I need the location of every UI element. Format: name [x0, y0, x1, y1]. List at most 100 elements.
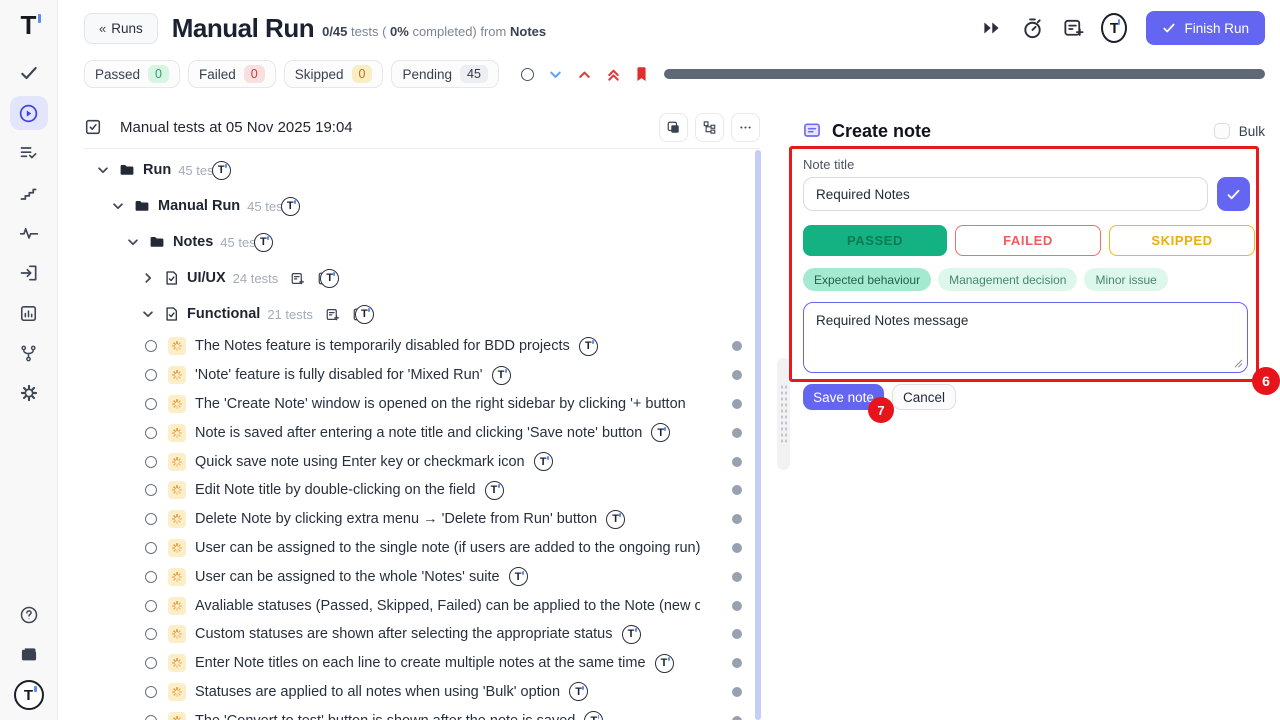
test-status-circle[interactable]: [145, 715, 157, 720]
sidebar-item-runs[interactable]: [10, 96, 48, 130]
test-row[interactable]: User can be assigned to the single note …: [84, 534, 760, 563]
assignee-dot[interactable]: [732, 514, 742, 524]
test-row[interactable]: Avaliable statuses (Passed, Skipped, Fai…: [84, 591, 760, 620]
copy-view-button[interactable]: [659, 113, 688, 142]
suite-row[interactable]: Run 45 tests: [84, 152, 760, 188]
bulk-checkbox[interactable]: [1214, 123, 1230, 139]
reporter-logo-icon[interactable]: [254, 233, 273, 252]
timer-button[interactable]: [1019, 15, 1045, 41]
collapse-up-button[interactable]: [577, 67, 592, 82]
assignee-dot[interactable]: [732, 601, 742, 611]
test-status-circle[interactable]: [145, 686, 157, 698]
expand-down-button[interactable]: [548, 67, 563, 82]
assignee-dot[interactable]: [732, 572, 742, 582]
sidebar-item-activity[interactable]: [10, 216, 48, 250]
collapse-all-button[interactable]: [606, 66, 621, 83]
more-options-button[interactable]: [731, 113, 760, 142]
sidebar-item-branches[interactable]: [10, 336, 48, 370]
test-row[interactable]: User can be assigned to the whole 'Notes…: [84, 562, 760, 591]
test-row[interactable]: Delete Note by clicking extra menu → 'De…: [84, 505, 760, 534]
test-status-circle[interactable]: [145, 427, 157, 439]
chevron-down-icon[interactable]: [126, 235, 140, 249]
assignee-dot[interactable]: [732, 658, 742, 668]
assignee-dot[interactable]: [732, 370, 742, 380]
note-tag[interactable]: Expected behaviour: [803, 268, 931, 291]
test-status-circle[interactable]: [145, 369, 157, 381]
status-skipped-button[interactable]: SKIPPED: [1109, 225, 1255, 256]
test-row[interactable]: The 'Create Note' window is opened on th…: [84, 390, 760, 419]
fast-forward-button[interactable]: [978, 15, 1004, 41]
status-circle-button[interactable]: [521, 68, 534, 81]
status-filter-chip[interactable]: Pending 45: [391, 60, 498, 88]
sidebar-item-projects[interactable]: [10, 638, 48, 672]
tree-scrollbar[interactable]: [755, 150, 761, 720]
chevron-down-icon[interactable]: [96, 163, 110, 177]
suite-row[interactable]: UI/UX 24 tests: [84, 260, 760, 296]
test-status-circle[interactable]: [145, 542, 157, 554]
test-row[interactable]: The Notes feature is temporarily disable…: [84, 332, 760, 361]
suite-row[interactable]: Functional 21 tests: [84, 296, 760, 332]
sidebar-item-test-plans[interactable]: [10, 136, 48, 170]
quick-save-button[interactable]: [1217, 177, 1250, 211]
bookmark-button[interactable]: [635, 66, 648, 83]
reporter-logo-icon[interactable]: [281, 197, 300, 216]
test-row[interactable]: 'Note' feature is fully disabled for 'Mi…: [84, 361, 760, 390]
resize-handle-icon[interactable]: [1234, 359, 1243, 368]
assignee-dot[interactable]: [732, 399, 742, 409]
status-filter-chip[interactable]: Skipped 0: [284, 60, 384, 88]
test-status-circle[interactable]: [145, 657, 157, 669]
note-add-button[interactable]: [1060, 15, 1086, 41]
note-title-input[interactable]: [803, 177, 1208, 211]
test-status-circle[interactable]: [145, 628, 157, 640]
test-row[interactable]: Note is saved after entering a note titl…: [84, 418, 760, 447]
reporter-logo-icon[interactable]: [355, 305, 374, 324]
status-filter-chip[interactable]: Failed 0: [188, 60, 276, 88]
test-status-circle[interactable]: [145, 571, 157, 583]
suite-row[interactable]: Notes 45 tests: [84, 224, 760, 260]
brand-logo-bottom[interactable]: T: [10, 678, 48, 712]
note-message-textarea[interactable]: Required Notes message: [803, 302, 1248, 373]
chevron-down-icon[interactable]: [111, 199, 125, 213]
test-status-circle[interactable]: [145, 456, 157, 468]
test-row[interactable]: Statuses are applied to all notes when u…: [84, 678, 760, 707]
brand-badge[interactable]: T: [1101, 15, 1127, 41]
test-row[interactable]: Custom statuses are shown after selectin…: [84, 620, 760, 649]
assignee-dot[interactable]: [732, 543, 742, 553]
assignee-dot[interactable]: [732, 428, 742, 438]
assignee-dot[interactable]: [732, 687, 742, 697]
status-failed-button[interactable]: FAILED: [955, 225, 1101, 256]
test-row[interactable]: Enter Note titles on each line to create…: [84, 649, 760, 678]
test-status-circle[interactable]: [145, 398, 157, 410]
assignee-dot[interactable]: [732, 716, 742, 720]
panel-resize-handle[interactable]: [777, 358, 790, 470]
add-note-icon[interactable]: [290, 271, 305, 286]
test-status-circle[interactable]: [145, 513, 157, 525]
test-row[interactable]: Quick save note using Enter key or check…: [84, 447, 760, 476]
sidebar-item-settings[interactable]: [10, 376, 48, 410]
assignee-dot[interactable]: [732, 457, 742, 467]
test-status-circle[interactable]: [145, 484, 157, 496]
sidebar-item-help[interactable]: [10, 598, 48, 632]
reporter-logo-icon[interactable]: [212, 161, 231, 180]
status-passed-button[interactable]: PASSED: [803, 225, 947, 256]
test-row[interactable]: The 'Convert to test' button is shown af…: [84, 706, 760, 720]
assignee-dot[interactable]: [732, 341, 742, 351]
finish-run-button[interactable]: Finish Run: [1146, 11, 1265, 45]
brand-logo[interactable]: T: [21, 12, 37, 38]
sidebar-item-results[interactable]: [10, 56, 48, 90]
add-note-icon[interactable]: [325, 307, 340, 322]
sidebar-item-import[interactable]: [10, 256, 48, 290]
status-filter-chip[interactable]: Passed 0: [84, 60, 180, 88]
test-status-circle[interactable]: [145, 340, 157, 352]
note-tag[interactable]: Management decision: [938, 268, 1077, 291]
assignee-dot[interactable]: [732, 629, 742, 639]
assignee-dot[interactable]: [732, 485, 742, 495]
reporter-logo-icon[interactable]: [320, 269, 339, 288]
chevron-down-icon[interactable]: [141, 307, 155, 321]
back-to-runs-button[interactable]: « Runs: [84, 13, 158, 44]
chevron-down-icon[interactable]: [141, 271, 155, 285]
test-row[interactable]: Edit Note title by double-clicking on th…: [84, 476, 760, 505]
cancel-button[interactable]: Cancel: [892, 384, 956, 410]
sidebar-item-reports[interactable]: [10, 296, 48, 330]
sidebar-item-steps[interactable]: [10, 176, 48, 210]
